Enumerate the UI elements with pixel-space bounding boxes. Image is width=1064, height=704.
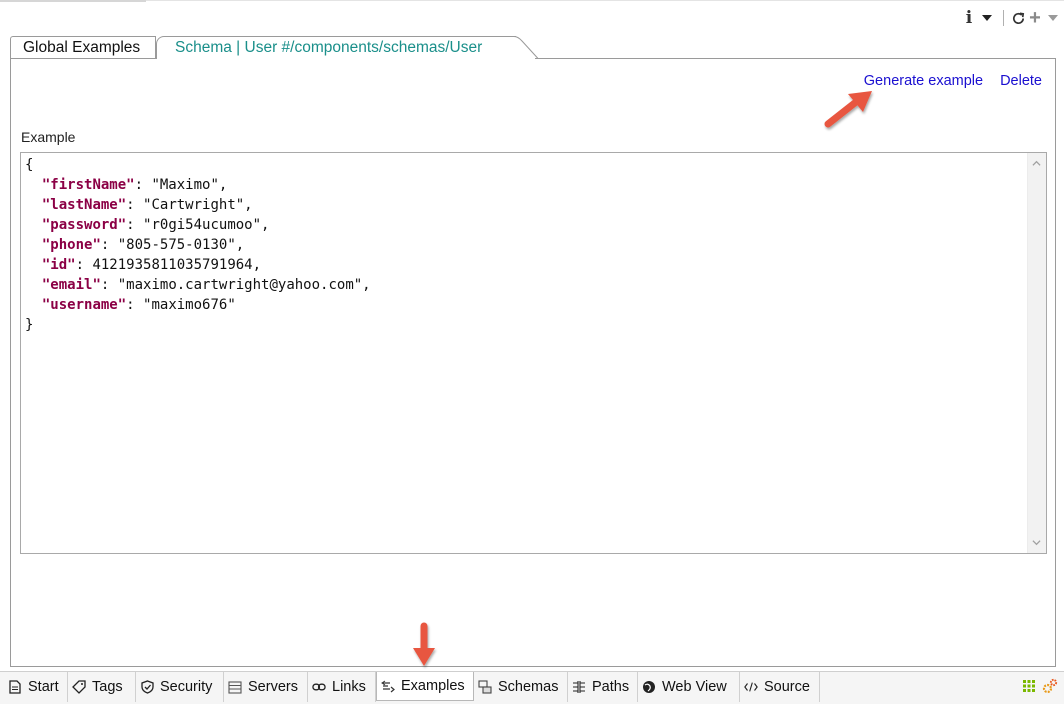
- bottom-tab-label: Paths: [592, 679, 630, 695]
- example-json: { "firstName": "Maximo", "lastName": "Ca…: [25, 157, 371, 333]
- bottom-tab-label: Schemas: [498, 679, 559, 695]
- tab-schema-user-label: Schema | User #/components/schemas/User: [175, 39, 483, 56]
- bottom-tab-label: Source: [764, 679, 810, 695]
- tab-edge: [500, 36, 539, 59]
- json-open-brace: {: [25, 157, 34, 173]
- add-icon[interactable]: +: [1028, 8, 1042, 28]
- editor-toolbar: i +: [962, 8, 1058, 28]
- bottom-tab-servers[interactable]: Servers: [224, 672, 308, 702]
- generate-example-link[interactable]: Generate example: [864, 73, 983, 89]
- bottom-tab-label: Start: [28, 679, 59, 695]
- bottom-tab-source[interactable]: Source: [740, 672, 820, 702]
- json-value: "r0gi54ucumoo",: [143, 217, 270, 233]
- bottom-tab-security[interactable]: Security: [136, 672, 224, 702]
- scroll-down-icon[interactable]: [1032, 538, 1041, 547]
- document-icon: [8, 680, 22, 694]
- json-value: "805-575-0130",: [117, 237, 245, 253]
- bottom-tab-links[interactable]: Links: [308, 672, 376, 702]
- bottom-tab-web-view[interactable]: Web View: [638, 672, 740, 702]
- toolbar-separator: [1003, 10, 1004, 26]
- examples-icon: [381, 679, 395, 693]
- json-value: "maximo676": [143, 297, 236, 313]
- active-tab-joint: [157, 57, 535, 60]
- json-key: "id": [41, 257, 76, 273]
- json-key: "username": [41, 297, 127, 313]
- top-divider-light: [146, 0, 1064, 1]
- bottom-tab-label: Examples: [401, 678, 465, 694]
- paths-icon: [572, 680, 586, 694]
- link-icon: [312, 680, 326, 694]
- json-value: 4121935811035791964,: [92, 257, 262, 273]
- json-value: "Maximo",: [151, 177, 228, 193]
- delete-link[interactable]: Delete: [1000, 73, 1042, 89]
- bottom-tab-label: Servers: [248, 679, 298, 695]
- json-key: "phone": [41, 237, 101, 253]
- tab-schema-user[interactable]: Schema | User #/components/schemas/User: [156, 36, 516, 59]
- top-divider: [0, 0, 146, 2]
- json-value: "Cartwright",: [143, 197, 253, 213]
- bottom-tab-schemas[interactable]: Schemas: [474, 672, 568, 702]
- bottom-tab-label: Security: [160, 679, 213, 695]
- tag-icon: [72, 680, 86, 694]
- json-key: "firstName": [41, 177, 135, 193]
- status-indicators: [1022, 678, 1058, 694]
- shield-icon: [140, 680, 154, 694]
- bottom-tab-paths[interactable]: Paths: [568, 672, 638, 702]
- example-actions: Generate example Delete: [864, 73, 1042, 89]
- bottom-tab-label: Links: [332, 679, 366, 695]
- annotation-arrow-generate: [824, 91, 872, 128]
- schemas-icon: [478, 680, 492, 694]
- grid-status-icon[interactable]: [1022, 679, 1036, 693]
- example-editor[interactable]: { "firstName": "Maximo", "lastName": "Ca…: [20, 152, 1047, 554]
- scroll-up-icon[interactable]: [1032, 159, 1041, 168]
- bottom-tab-label: Web View: [662, 679, 727, 695]
- tab-global-examples[interactable]: Global Examples: [10, 36, 156, 59]
- gears-icon[interactable]: [1042, 678, 1058, 694]
- code-icon: [744, 680, 758, 694]
- json-close-brace: }: [25, 317, 34, 333]
- bottom-tab-start[interactable]: Start: [4, 672, 68, 702]
- example-field-label: Example: [21, 129, 76, 145]
- json-key: "email": [41, 277, 101, 293]
- info-dropdown-icon[interactable]: [982, 15, 992, 21]
- json-key: "lastName": [41, 197, 127, 213]
- add-dropdown-icon[interactable]: [1048, 15, 1058, 21]
- refresh-icon[interactable]: [1011, 8, 1026, 28]
- json-key: "password": [41, 217, 127, 233]
- bottom-tab-label: Tags: [92, 679, 123, 695]
- bottom-tab-examples[interactable]: Examples: [376, 672, 474, 701]
- tab-global-examples-label: Global Examples: [23, 39, 141, 56]
- bottom-tab-tags[interactable]: Tags: [68, 672, 136, 702]
- editor-bottom-tabs: Start Tags Security Servers Links Exampl…: [0, 671, 1064, 704]
- annotation-arrow-examples: [413, 622, 435, 666]
- json-value: "maximo.cartwright@yahoo.com",: [117, 277, 371, 293]
- editor-scrollbar[interactable]: [1027, 153, 1046, 553]
- globe-icon: [642, 680, 656, 694]
- info-icon[interactable]: i: [962, 8, 976, 28]
- server-icon: [228, 680, 242, 694]
